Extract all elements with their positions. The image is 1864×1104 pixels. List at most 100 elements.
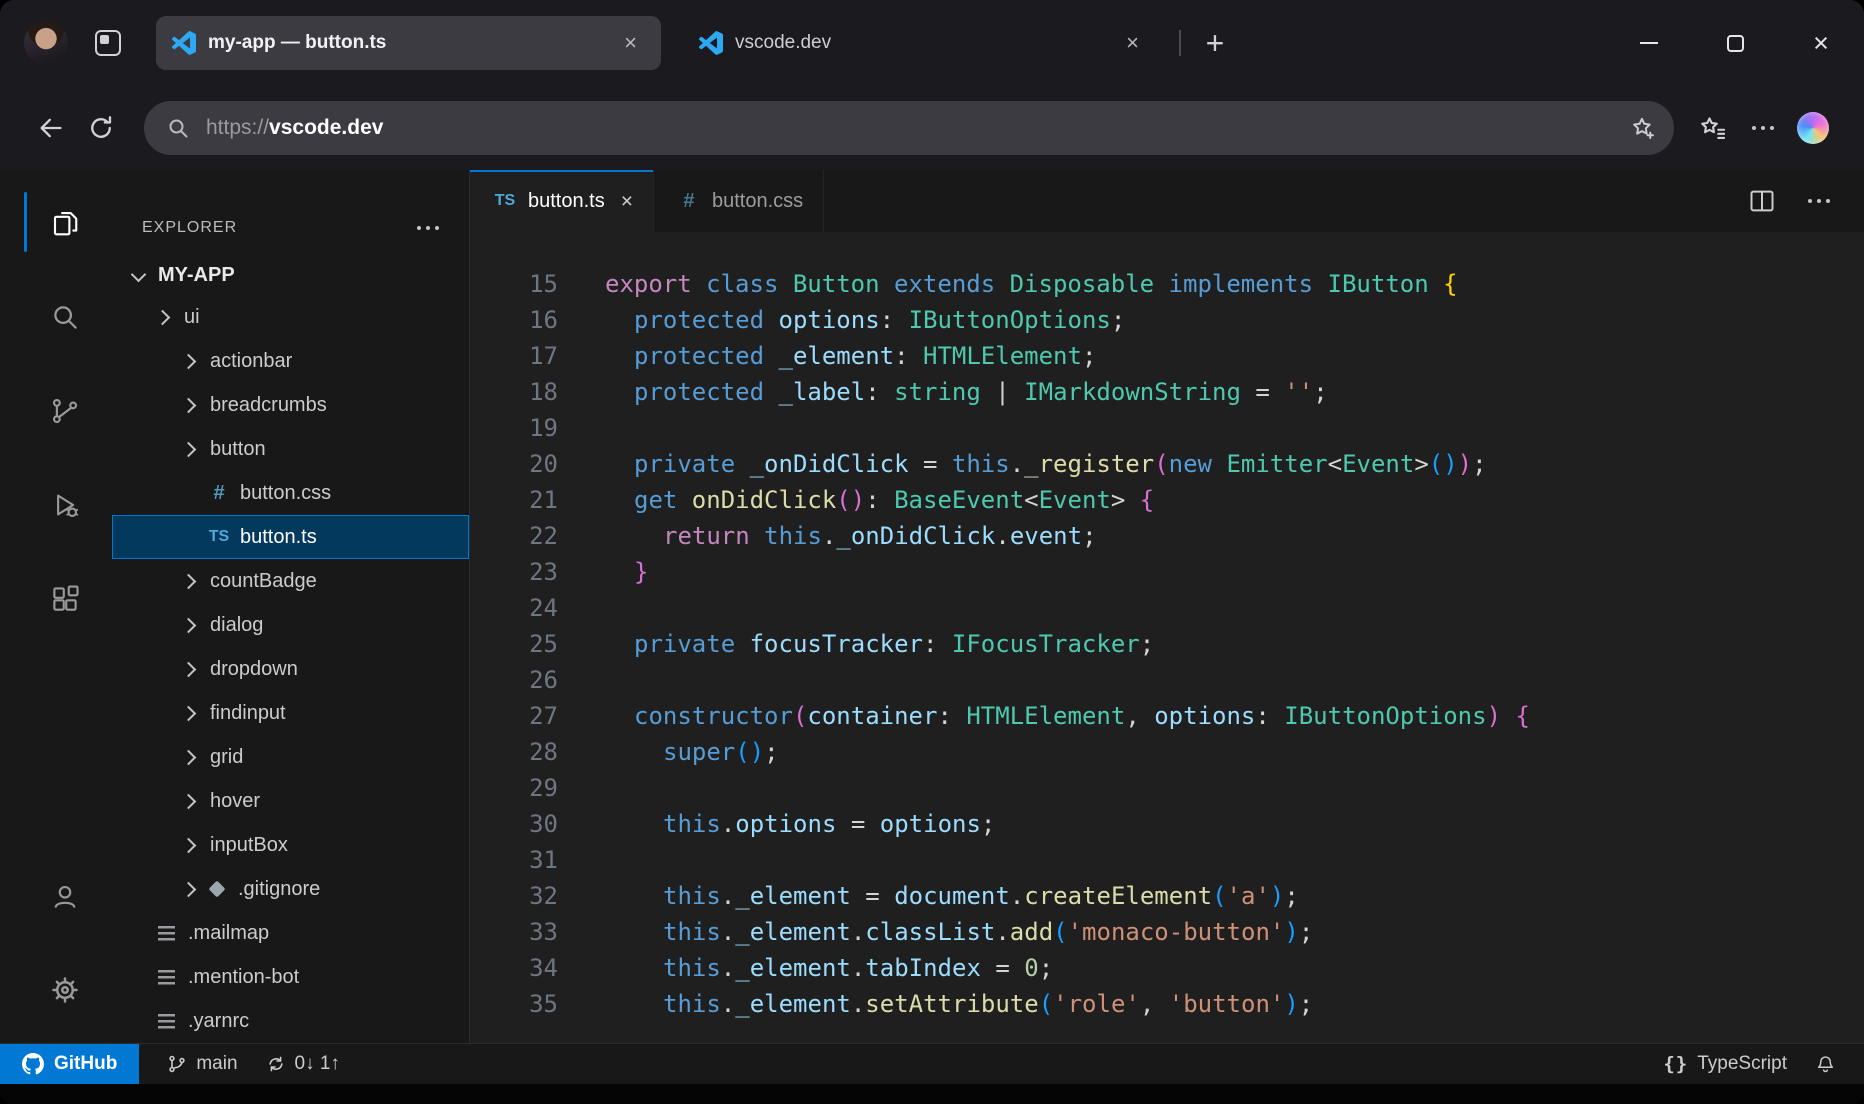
tree-root-label: MY-APP — [158, 264, 235, 287]
tree-item-yarnrc[interactable]: .yarnrc — [112, 999, 469, 1043]
code-line-35[interactable]: 35this._element.setAttribute('role', 'bu… — [470, 986, 1864, 1022]
tree-item-grid[interactable]: grid — [112, 735, 469, 779]
code-line-19[interactable]: 19 — [470, 410, 1864, 446]
branch-status-item[interactable]: main — [167, 1053, 237, 1075]
tab-close-icon[interactable]: × — [1120, 30, 1145, 56]
remote-indicator[interactable]: GitHub — [0, 1044, 139, 1084]
tree-item-countbadge[interactable]: countBadge — [112, 559, 469, 603]
tree-root-my-app[interactable]: MY-APP — [112, 256, 469, 295]
notifications-bell-icon[interactable] — [1815, 1054, 1836, 1075]
code-line-28[interactable]: 28super(); — [470, 734, 1864, 770]
address-bar[interactable]: https://vscode.dev — [144, 101, 1674, 155]
gear-icon — [50, 975, 80, 1005]
tab-close-icon[interactable]: × — [621, 191, 633, 212]
code-line-17[interactable]: 17protected _element: HTMLElement; — [470, 338, 1864, 374]
code-line-26[interactable]: 26 — [470, 662, 1864, 698]
tree-item-dialog[interactable]: dialog — [112, 603, 469, 647]
line-number: 22 — [470, 518, 558, 554]
code-line-20[interactable]: 20private _onDidClick = this._register(n… — [470, 446, 1864, 482]
activity-run-debug-button[interactable] — [18, 458, 112, 552]
activity-search-button[interactable] — [18, 270, 112, 364]
tree-item-findinput[interactable]: findinput — [112, 691, 469, 735]
editor-more-actions-button[interactable] — [1802, 186, 1836, 216]
tree-item-ui[interactable]: ui — [112, 295, 469, 339]
code-line-32[interactable]: 32this._element = document.createElement… — [470, 878, 1864, 914]
tree-item-inputbox[interactable]: inputBox — [112, 823, 469, 867]
tree-item-gitignore[interactable]: .gitignore — [112, 867, 469, 911]
status-right: {} TypeScript — [1663, 1053, 1864, 1075]
line-number: 31 — [470, 842, 558, 878]
code-line-16[interactable]: 16protected options: IButtonOptions; — [470, 302, 1864, 338]
browser-tab-inactive[interactable]: vscode.dev × — [683, 16, 1163, 70]
code-line-24[interactable]: 24 — [470, 590, 1864, 626]
explorer-more-actions-button[interactable] — [411, 213, 445, 243]
refresh-button[interactable] — [76, 103, 126, 153]
line-number: 28 — [470, 734, 558, 770]
editor-group: TS button.ts × # button.css 15export cla… — [470, 170, 1864, 1043]
chevron-right-icon — [178, 620, 202, 631]
sync-status-item[interactable]: 0↓ 1↑ — [266, 1053, 340, 1075]
code-line-30[interactable]: 30this.options = options; — [470, 806, 1864, 842]
explorer-sidebar: EXPLORER MY-APP uiactionbarbreadcrumbsbu… — [112, 170, 470, 1043]
tree-item-dropdown[interactable]: dropdown — [112, 647, 469, 691]
activity-explorer-button[interactable] — [18, 176, 112, 270]
favorites-button[interactable] — [1688, 103, 1738, 153]
activity-source-control-button[interactable] — [18, 364, 112, 458]
editor-tab-button-ts[interactable]: TS button.ts × — [470, 170, 654, 232]
code-line-23[interactable]: 23} — [470, 554, 1864, 590]
files-icon — [50, 208, 80, 238]
line-number: 21 — [470, 482, 558, 518]
typescript-file-icon: TS — [204, 528, 234, 546]
copilot-icon — [1797, 112, 1829, 144]
code-text: private focusTracker: IFocusTracker; — [558, 626, 1154, 662]
tree-item-actionbar[interactable]: actionbar — [112, 339, 469, 383]
favorites-star-icon — [1699, 114, 1727, 142]
code-line-34[interactable]: 34this._element.tabIndex = 0; — [470, 950, 1864, 986]
profile-avatar[interactable] — [24, 21, 68, 65]
code-editor[interactable]: 15export class Button extends Disposable… — [470, 232, 1864, 1043]
window-close-button[interactable]: × — [1778, 0, 1864, 86]
code-text: protected _label: string | IMarkdownStri… — [558, 374, 1328, 410]
split-editor-icon[interactable] — [1748, 187, 1776, 215]
editor-tab-button-css[interactable]: # button.css — [654, 170, 824, 232]
code-line-15[interactable]: 15export class Button extends Disposable… — [470, 266, 1864, 302]
code-line-25[interactable]: 25private focusTracker: IFocusTracker; — [470, 626, 1864, 662]
activity-account-button[interactable] — [18, 849, 112, 943]
tree-item-label: findinput — [210, 702, 286, 725]
activity-settings-button[interactable] — [18, 943, 112, 1037]
language-mode-item[interactable]: {} TypeScript — [1663, 1053, 1787, 1075]
code-line-27[interactable]: 27constructor(container: HTMLElement, op… — [470, 698, 1864, 734]
tree-item-label: .mailmap — [188, 922, 269, 945]
more-icon — [1817, 199, 1821, 203]
code-line-21[interactable]: 21get onDidClick(): BaseEvent<Event> { — [470, 482, 1864, 518]
code-line-18[interactable]: 18protected _label: string | IMarkdownSt… — [470, 374, 1864, 410]
add-favorite-icon[interactable] — [1630, 115, 1656, 141]
tree-item-mention-bot[interactable]: .mention-bot — [112, 955, 469, 999]
vscode-workbench: EXPLORER MY-APP uiactionbarbreadcrumbsbu… — [0, 170, 1864, 1043]
code-text: this._element.setAttribute('role', 'butt… — [558, 986, 1313, 1022]
code-line-33[interactable]: 33this._element.classList.add('monaco-bu… — [470, 914, 1864, 950]
window-maximize-button[interactable] — [1692, 0, 1778, 86]
browser-tab-active[interactable]: my-app — button.ts × — [156, 16, 661, 70]
tree-item-breadcrumbs[interactable]: breadcrumbs — [112, 383, 469, 427]
tree-item-button-css[interactable]: #button.css — [112, 471, 469, 515]
back-button[interactable] — [26, 103, 76, 153]
new-tab-button[interactable]: + — [1189, 17, 1241, 69]
tab-close-icon[interactable]: × — [618, 30, 643, 56]
copilot-button[interactable] — [1788, 103, 1838, 153]
url-scheme: https:// — [206, 116, 269, 139]
code-line-29[interactable]: 29 — [470, 770, 1864, 806]
settings-menu-button[interactable] — [1738, 103, 1788, 153]
chevron-right-icon — [178, 752, 202, 763]
code-line-22[interactable]: 22return this._onDidClick.event; — [470, 518, 1864, 554]
code-line-31[interactable]: 31 — [470, 842, 1864, 878]
browser-navbar: https://vscode.dev — [0, 86, 1864, 170]
tree-item-hover[interactable]: hover — [112, 779, 469, 823]
code-text: protected _element: HTMLElement; — [558, 338, 1096, 374]
tree-item-button-ts[interactable]: TSbutton.ts — [112, 515, 469, 559]
tab-switcher-button[interactable] — [82, 17, 134, 69]
tree-item-button[interactable]: button — [112, 427, 469, 471]
window-minimize-button[interactable] — [1606, 0, 1692, 86]
activity-extensions-button[interactable] — [18, 552, 112, 646]
tree-item-mailmap[interactable]: .mailmap — [112, 911, 469, 955]
